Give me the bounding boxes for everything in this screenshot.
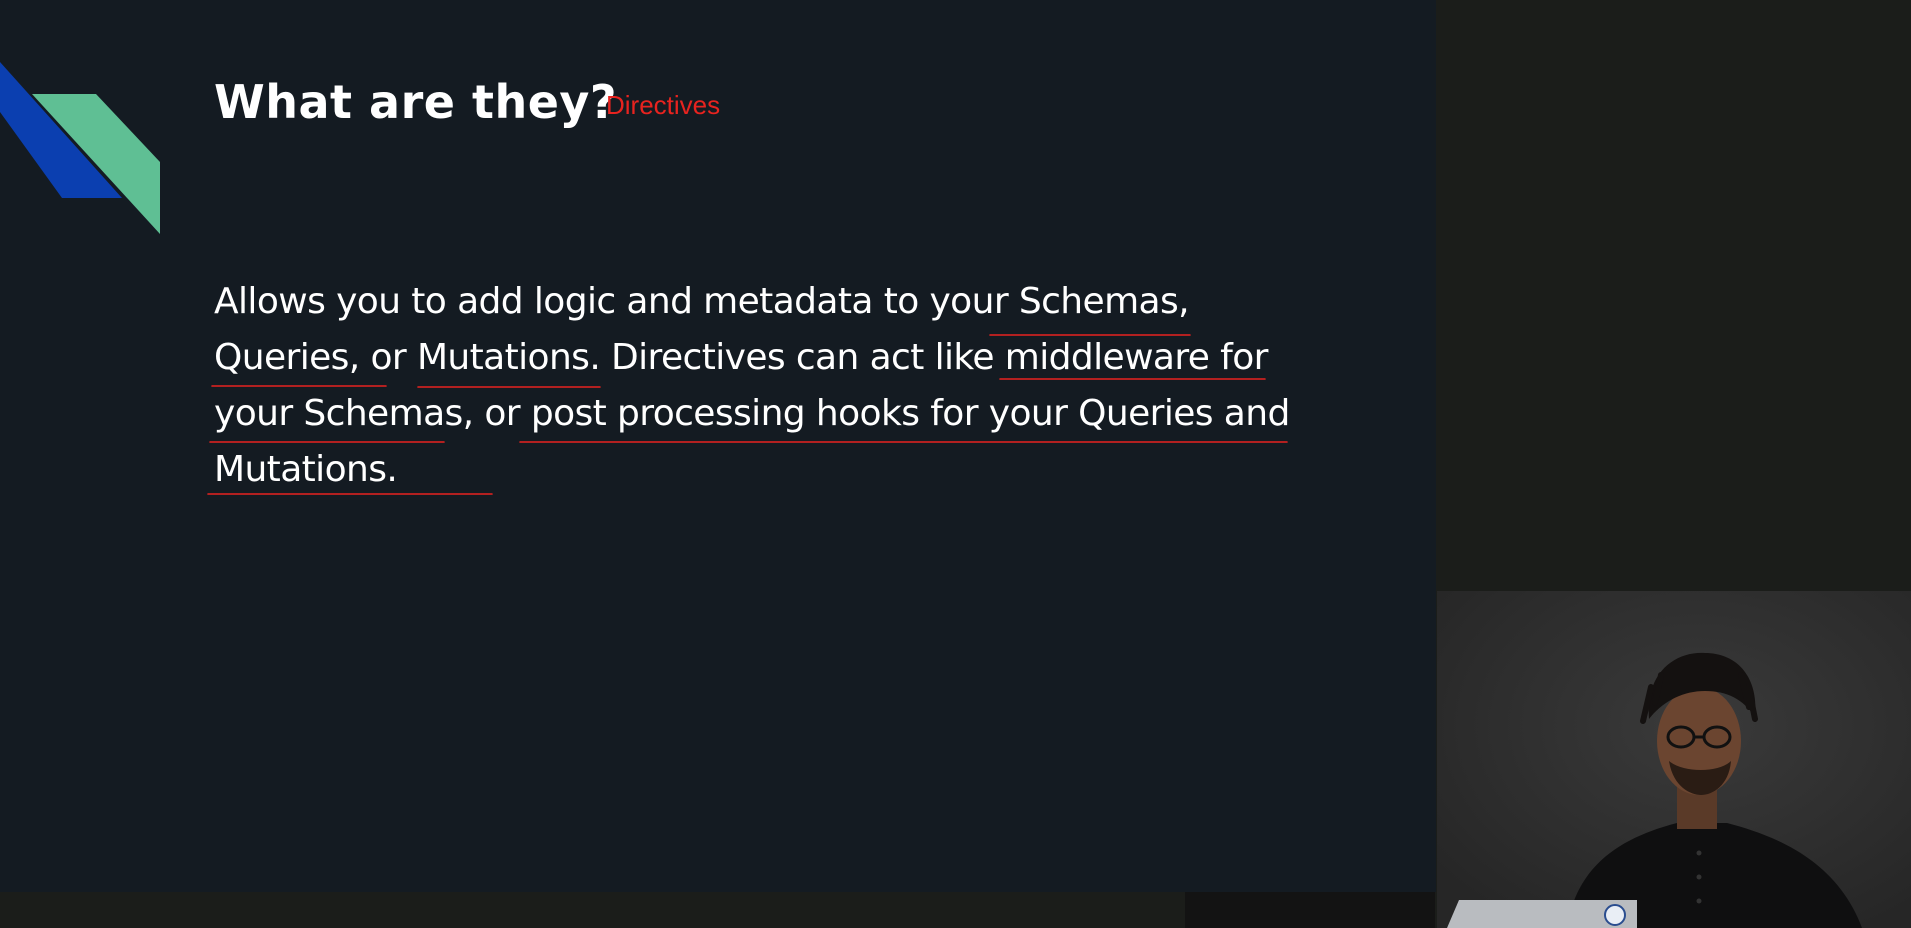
screen: What are they? Directives Allows you to … bbox=[0, 0, 1911, 928]
slide-title: What are they? bbox=[214, 75, 618, 129]
presentation-slide: What are they? Directives Allows you to … bbox=[0, 0, 1436, 892]
laptop-sticker-icon bbox=[1604, 904, 1626, 926]
shirt-button bbox=[1696, 874, 1702, 880]
annotation-label: Directives bbox=[606, 90, 721, 120]
bottom-strip bbox=[1185, 892, 1435, 928]
shirt-button bbox=[1696, 850, 1702, 856]
presenter-figure bbox=[1437, 591, 1911, 928]
presenter-webcam bbox=[1437, 591, 1911, 928]
shirt-button bbox=[1696, 898, 1702, 904]
slide-corner-decoration bbox=[0, 62, 160, 234]
slide-body-text: Allows you to add logic and metadata to … bbox=[214, 281, 1290, 490]
